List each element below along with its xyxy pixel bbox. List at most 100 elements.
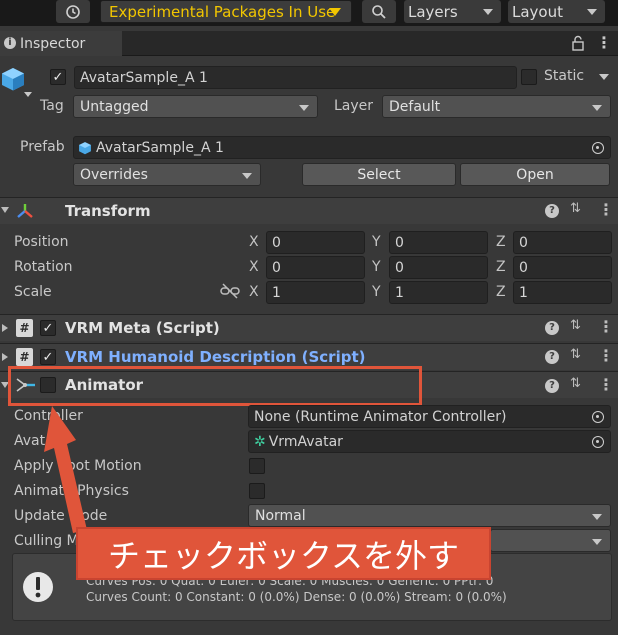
avatar-figure-icon: ✲ xyxy=(254,433,266,450)
transform-icon xyxy=(17,204,33,218)
avatar-field[interactable]: ✲ VrmAvatar xyxy=(248,430,611,453)
scale-y-label[interactable]: Y xyxy=(372,284,381,300)
search-icon xyxy=(372,4,386,19)
more-options-icon[interactable]: ⋮ xyxy=(598,375,614,394)
layers-dropdown[interactable]: Layers xyxy=(404,0,501,23)
presets-icon[interactable]: ⇅ xyxy=(570,376,581,391)
vrm-humanoid-title: VRM Humanoid Description (Script) xyxy=(65,348,366,366)
rotation-y-field[interactable]: 0 xyxy=(389,256,488,279)
tab-inspector[interactable]: i Inspector xyxy=(0,31,122,56)
prefab-label: Prefab xyxy=(20,139,65,155)
overrides-dropdown[interactable]: Overrides xyxy=(73,163,261,186)
dropdown-arrow-icon xyxy=(329,8,341,16)
scale-z-label[interactable]: Z xyxy=(496,284,506,300)
update-mode-value: Normal xyxy=(255,507,306,524)
more-options-icon[interactable]: ⋮ xyxy=(596,33,612,52)
static-label: Static xyxy=(544,68,585,84)
icon-dropdown-arrow-icon[interactable] xyxy=(24,92,32,97)
inspector-tab-bar: i Inspector ⋮ xyxy=(0,31,618,56)
layer-dropdown[interactable]: Default xyxy=(382,95,611,118)
info-icon: i xyxy=(4,37,16,49)
select-button[interactable]: Select xyxy=(302,163,456,186)
scale-x-field[interactable]: 1 xyxy=(266,281,365,304)
chevron-down-icon xyxy=(242,173,252,179)
object-picker-icon[interactable] xyxy=(592,142,604,154)
more-options-icon[interactable]: ⋮ xyxy=(598,200,614,219)
position-z-field[interactable]: 0 xyxy=(513,231,612,254)
vrm-meta-enabled-checkbox[interactable]: ✓ xyxy=(40,320,56,336)
gameobject-cube-icon xyxy=(0,66,26,96)
transform-title: Transform xyxy=(65,202,151,220)
chevron-down-icon xyxy=(592,539,602,545)
more-options-icon[interactable]: ⋮ xyxy=(598,346,614,365)
apply-root-motion-checkbox[interactable] xyxy=(249,458,265,474)
scale-z-field[interactable]: 1 xyxy=(513,281,612,304)
active-checkbox[interactable]: ✓ xyxy=(50,69,66,85)
object-picker-icon[interactable] xyxy=(592,411,604,423)
culling-mode-dropdown[interactable] xyxy=(490,529,611,552)
position-x-field[interactable]: 0 xyxy=(266,231,365,254)
position-y-field[interactable]: 0 xyxy=(389,231,488,254)
tag-value: Untagged xyxy=(80,98,149,115)
position-x-label[interactable]: X xyxy=(249,234,259,250)
presets-icon[interactable]: ⇅ xyxy=(570,201,581,216)
experimental-packages-dropdown[interactable]: Experimental Packages In Use xyxy=(100,0,352,23)
layout-dropdown[interactable]: Layout xyxy=(508,0,605,23)
chevron-down-icon xyxy=(592,105,602,111)
open-button[interactable]: Open xyxy=(460,163,610,186)
callout-label: チェックボックスを外す xyxy=(76,527,491,580)
vrm-humanoid-enabled-checkbox[interactable]: ✓ xyxy=(40,349,56,365)
chevron-down-icon xyxy=(299,105,309,111)
rotation-y-label[interactable]: Y xyxy=(372,259,381,275)
animate-physics-checkbox[interactable] xyxy=(249,483,265,499)
object-name-field[interactable]: AvatarSample_A 1 xyxy=(74,66,517,89)
history-button[interactable] xyxy=(56,0,90,23)
chevron-down-icon xyxy=(483,9,493,15)
controller-field[interactable]: None (Runtime Animator Controller) xyxy=(248,405,611,428)
update-mode-dropdown[interactable]: Normal xyxy=(248,504,611,527)
object-picker-icon[interactable] xyxy=(592,436,604,448)
search-button[interactable] xyxy=(362,0,396,23)
more-options-icon[interactable]: ⋮ xyxy=(598,317,614,336)
unlinked-chain-icon[interactable] xyxy=(220,283,240,299)
tag-dropdown[interactable]: Untagged xyxy=(73,95,318,118)
help-icon[interactable]: ? xyxy=(545,350,559,364)
overrides-label: Overrides xyxy=(80,166,148,183)
prefab-value: AvatarSample_A 1 xyxy=(96,139,224,156)
open-button-label: Open xyxy=(516,166,554,183)
static-dropdown-arrow-icon[interactable] xyxy=(599,74,609,80)
presets-icon[interactable]: ⇅ xyxy=(570,347,581,362)
scale-x-label[interactable]: X xyxy=(249,284,259,300)
help-icon[interactable]: ? xyxy=(545,321,559,335)
foldout-arrow-icon[interactable] xyxy=(1,207,9,213)
rotation-label: Rotation xyxy=(14,259,73,275)
object-name-value: AvatarSample_A 1 xyxy=(80,69,208,86)
chevron-down-icon xyxy=(587,9,597,15)
position-z-label[interactable]: Z xyxy=(496,234,506,250)
static-checkbox[interactable] xyxy=(521,69,537,85)
help-icon[interactable]: ? xyxy=(545,204,559,218)
rotation-x-field[interactable]: 0 xyxy=(266,256,365,279)
experimental-packages-label: Experimental Packages In Use xyxy=(109,2,336,21)
prefab-field[interactable]: AvatarSample_A 1 xyxy=(73,136,611,159)
help-icon[interactable]: ? xyxy=(545,379,559,393)
scale-y-value: 1 xyxy=(395,284,404,301)
foldout-arrow-icon[interactable] xyxy=(2,353,8,361)
chevron-down-icon xyxy=(592,514,602,520)
vrm-meta-header[interactable]: # ✓ VRM Meta (Script) ? ⇅ ⋮ xyxy=(0,314,618,341)
info-line-2: Curves Count: 0 Constant: 0 (0.0%) Dense… xyxy=(86,590,507,604)
scale-y-field[interactable]: 1 xyxy=(389,281,488,304)
history-icon xyxy=(66,4,80,19)
lock-icon[interactable] xyxy=(571,35,585,55)
script-icon: # xyxy=(16,319,33,337)
warning-icon xyxy=(23,572,53,602)
rotation-z-field[interactable]: 0 xyxy=(513,256,612,279)
rotation-z-label[interactable]: Z xyxy=(496,259,506,275)
position-y-label[interactable]: Y xyxy=(372,234,381,250)
callout-arrow xyxy=(44,406,87,533)
foldout-arrow-icon[interactable] xyxy=(2,324,8,332)
transform-header[interactable]: Transform ? ⇅ ⋮ xyxy=(0,197,618,224)
rotation-x-label[interactable]: X xyxy=(249,259,259,275)
callout-text: チェックボックスを外す xyxy=(107,536,460,575)
presets-icon[interactable]: ⇅ xyxy=(570,318,581,333)
